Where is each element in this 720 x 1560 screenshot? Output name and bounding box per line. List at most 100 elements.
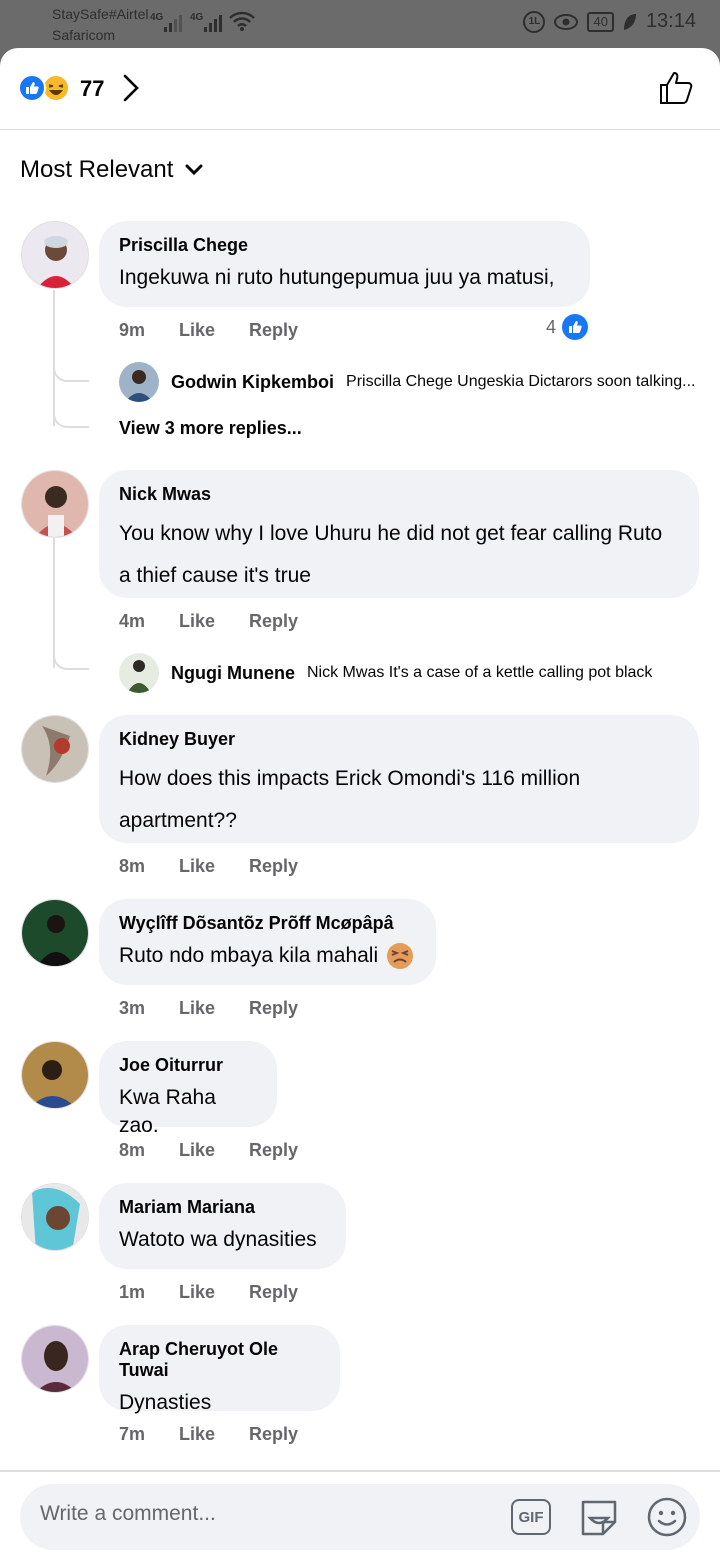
reply-avatar[interactable] <box>119 362 159 402</box>
comment-bubble[interactable]: Arap Cheruyot Ole Tuwai Dynasties <box>99 1325 340 1414</box>
like-button[interactable]: Like <box>179 320 215 341</box>
comment-actions: 1m Like Reply <box>119 1282 298 1303</box>
avatar[interactable] <box>21 715 89 783</box>
comment-composer: GIF <box>0 1470 720 1560</box>
comment-time: 1m <box>119 1282 146 1302</box>
reply-preview[interactable]: Godwin Kipkemboi Priscilla Chege Ungeski… <box>119 362 709 402</box>
comment-bubble[interactable]: Wyçlîff Dõsantõz Prõff Mcøpâpâ Ruto ndo … <box>99 899 436 985</box>
comment-bubble[interactable]: Kidney Buyer How does this impacts Erick… <box>99 715 699 843</box>
comments-sheet: 77 Most Relevant Priscilla Chege Ingekuw… <box>0 48 720 1560</box>
comment-actions: 8m Like Reply <box>119 1140 298 1161</box>
like-button[interactable]: Like <box>179 1140 215 1161</box>
network-type-2: 4G <box>190 12 204 23</box>
chevron-right-icon[interactable] <box>120 72 142 104</box>
like-button[interactable]: Like <box>179 856 215 877</box>
comment-author[interactable]: Priscilla Chege <box>119 235 570 256</box>
comment-actions: 9m Like Reply <box>119 320 298 341</box>
reply-text: Priscilla Chege Ungeskia Dictarors soon … <box>346 373 696 390</box>
comment-actions: 7m Like Reply <box>119 1424 298 1445</box>
thread-line <box>53 290 55 426</box>
comment-author[interactable]: Nick Mwas <box>119 484 679 505</box>
reply-author[interactable]: Godwin Kipkemboi <box>171 372 334 393</box>
comment-text-line-1: You know why I love Uhuru he did not get… <box>119 522 663 545</box>
reactions-header[interactable]: 77 <box>0 48 720 130</box>
comment-bubble[interactable]: Priscilla Chege Ingekuwa ni ruto hutunge… <box>99 221 590 307</box>
comment-actions: 3m Like Reply <box>119 998 298 1019</box>
reaction-count: 77 <box>80 76 105 101</box>
comment-time: 3m <box>119 998 146 1018</box>
comment-time: 7m <box>119 1424 146 1444</box>
reply-text: Nick Mwas It's a case of a kettle callin… <box>307 664 653 681</box>
comment-author[interactable]: Mariam Mariana <box>119 1197 326 1218</box>
comment-time: 4m <box>119 611 146 631</box>
comment-input[interactable] <box>40 1502 460 1526</box>
sticker-icon[interactable] <box>577 1496 621 1540</box>
wifi-icon <box>229 11 255 31</box>
like-count-number: 4 <box>546 316 557 337</box>
reply-button[interactable]: Reply <box>249 856 298 877</box>
comment-text-line-1: How does this impacts Erick Omondi's 116… <box>119 767 581 790</box>
carrier-primary: StaySafe#Airtel <box>52 6 149 22</box>
reply-author[interactable]: Ngugi Munene <box>171 663 295 684</box>
comment-text-line-2: a thief cause it's true <box>119 564 311 587</box>
comment-text: Watoto wa dynasities <box>119 1228 317 1251</box>
comment-author[interactable]: Arap Cheruyot Ole Tuwai <box>119 1339 320 1381</box>
like-button[interactable]: Like <box>179 1424 215 1445</box>
comment-text: Ingekuwa ni ruto hutungepumua juu ya mat… <box>119 266 555 289</box>
comment-text-row: Ruto ndo mbaya kila mahali <box>119 942 416 970</box>
comment-input-wrapper[interactable]: GIF <box>20 1484 700 1550</box>
gif-button[interactable]: GIF <box>511 1499 551 1535</box>
comment-bubble[interactable]: Mariam Mariana Watoto wa dynasities <box>99 1183 346 1269</box>
signal-bars-1-icon <box>164 12 182 32</box>
reply-button[interactable]: Reply <box>249 998 298 1019</box>
avatar[interactable] <box>21 899 89 967</box>
comment-text: Ruto ndo mbaya kila mahali <box>119 944 379 967</box>
battery-level: 40 <box>587 11 614 32</box>
comment-text-line-2: apartment?? <box>119 809 237 832</box>
like-post-icon[interactable] <box>658 70 694 106</box>
avatar[interactable] <box>21 1183 89 1251</box>
comment-author[interactable]: Wyçlîff Dõsantõz Prõff Mcøpâpâ <box>119 913 416 934</box>
thread-branch <box>53 408 89 428</box>
avatar[interactable] <box>21 221 89 289</box>
data-saver-icon: 1L <box>523 10 546 33</box>
comment-author[interactable]: Joe Oiturrur <box>119 1055 257 1076</box>
avatar[interactable] <box>21 1325 89 1393</box>
comment-bubble[interactable]: Joe Oiturrur Kwa Raha zao. <box>99 1041 277 1137</box>
comment-actions: 4m Like Reply <box>119 611 298 632</box>
reply-button[interactable]: Reply <box>249 1140 298 1161</box>
reply-button[interactable]: Reply <box>249 1424 298 1445</box>
status-right: 1L 40 13:14 <box>523 10 696 33</box>
eye-comfort-icon <box>554 13 579 30</box>
reaction-icons <box>18 74 70 102</box>
network-type-1: 4G <box>150 12 164 23</box>
sort-dropdown[interactable]: Most Relevant <box>20 156 203 184</box>
reply-button[interactable]: Reply <box>249 1282 298 1303</box>
thread-branch <box>53 362 89 382</box>
reply-button[interactable]: Reply <box>249 611 298 632</box>
comment-time: 8m <box>119 856 146 876</box>
thread-line <box>53 538 55 668</box>
persevering-face-emoji-icon <box>387 943 414 969</box>
like-button[interactable]: Like <box>179 1282 215 1303</box>
comment-bubble[interactable]: Nick Mwas You know why I love Uhuru he d… <box>99 470 699 598</box>
comment-time: 9m <box>119 320 146 340</box>
avatar[interactable] <box>21 1041 89 1109</box>
comment-author[interactable]: Kidney Buyer <box>119 729 679 750</box>
like-reaction-icon <box>18 74 46 102</box>
thread-branch <box>53 650 89 670</box>
signal-bars-2-icon <box>204 12 222 32</box>
reply-button[interactable]: Reply <box>249 320 298 341</box>
sort-label: Most Relevant <box>20 156 174 183</box>
view-more-replies-link[interactable]: View 3 more replies... <box>119 418 302 439</box>
like-reaction-icon <box>562 314 589 340</box>
reply-preview[interactable]: Ngugi Munene Nick Mwas It's a case of a … <box>119 653 709 693</box>
comment-text: Dynasties <box>119 1391 212 1414</box>
avatar[interactable] <box>21 470 89 538</box>
comment-actions: 8m Like Reply <box>119 856 298 877</box>
like-button[interactable]: Like <box>179 611 215 632</box>
comment-like-count[interactable]: 4 <box>546 314 589 340</box>
reply-avatar[interactable] <box>119 653 159 693</box>
emoji-icon[interactable] <box>646 1496 688 1538</box>
like-button[interactable]: Like <box>179 998 215 1019</box>
